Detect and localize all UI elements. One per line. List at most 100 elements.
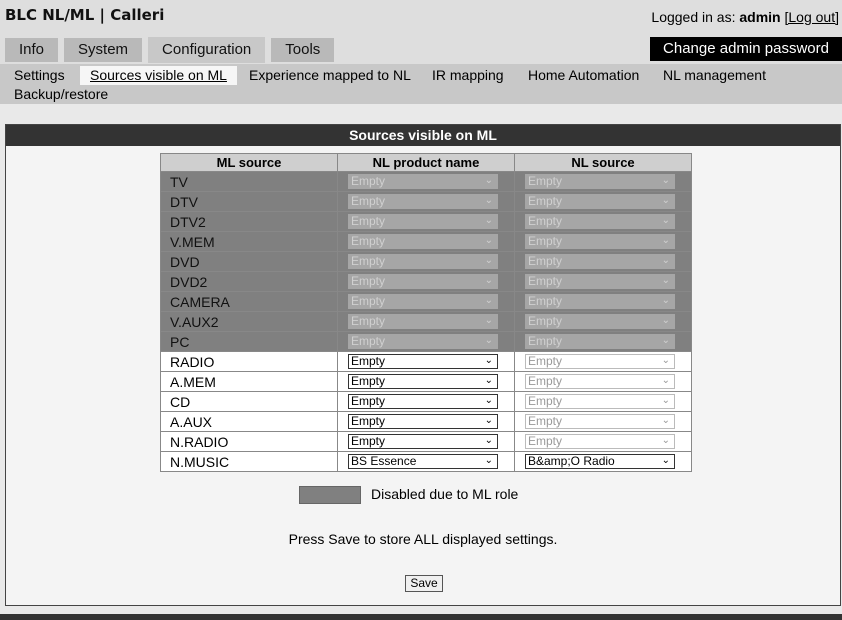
tab-info[interactable]: Info [5, 38, 59, 62]
nl-product-cell: Empty ⌄ [337, 251, 515, 272]
nl-source-select: Empty ⌄ [525, 334, 675, 349]
subnav-ir-mapping[interactable]: IR mapping [432, 67, 504, 83]
nl-product-cell: Empty ⌄ [337, 291, 515, 312]
ml-source-cell: RADIO [160, 351, 338, 372]
nl-source-cell: Empty ⌄ [514, 291, 692, 312]
table-row: A.AUX Empty ⌄ Empty ⌄ [160, 411, 692, 432]
legend-swatch [299, 486, 361, 504]
ml-source-cell: TV [160, 171, 338, 192]
nl-product-select: Empty ⌄ [348, 194, 498, 209]
nl-product-value: Empty [351, 294, 386, 308]
chevron-down-icon: ⌄ [484, 195, 493, 206]
nl-product-cell: Empty ⌄ [337, 171, 515, 192]
nl-source-select: Empty ⌄ [525, 174, 675, 189]
nl-product-value: Empty [351, 174, 386, 188]
ml-source-cell: DTV [160, 191, 338, 212]
nl-product-value: Empty [351, 314, 386, 328]
subnav-sources-visible-on-ml[interactable]: Sources visible on ML [80, 66, 237, 85]
nl-source-select: Empty ⌄ [525, 294, 675, 309]
nl-product-value: Empty [351, 254, 386, 268]
nl-source-select: Empty ⌄ [525, 214, 675, 229]
nl-source-cell: Empty ⌄ [514, 171, 692, 192]
chevron-down-icon: ⌄ [484, 175, 493, 186]
chevron-down-icon: ⌄ [661, 235, 670, 246]
ml-source-cell: A.MEM [160, 371, 338, 392]
nl-source-select: Empty ⌄ [525, 414, 675, 429]
table-row: DTV Empty ⌄ Empty ⌄ [160, 191, 692, 212]
chevron-down-icon: ⌄ [484, 455, 493, 466]
table-row: CD Empty ⌄ Empty ⌄ [160, 391, 692, 412]
change-admin-password-button[interactable]: Change admin password [650, 37, 842, 61]
nl-product-cell: Empty ⌄ [337, 271, 515, 292]
table-row: PC Empty ⌄ Empty ⌄ [160, 331, 692, 352]
nl-source-select: Empty ⌄ [525, 374, 675, 389]
nl-product-cell: Empty ⌄ [337, 211, 515, 232]
column-header-nl-product-name: NL product name [337, 153, 515, 172]
nl-source-cell: Empty ⌄ [514, 351, 692, 372]
nl-product-select: Empty ⌄ [348, 314, 498, 329]
nl-source-value: Empty [528, 354, 563, 368]
nl-product-select[interactable]: BS Essence ⌄ [348, 454, 498, 469]
chevron-down-icon: ⌄ [661, 295, 670, 306]
chevron-down-icon: ⌄ [484, 235, 493, 246]
nl-product-select[interactable]: Empty ⌄ [348, 414, 498, 429]
nl-source-cell: Empty ⌄ [514, 411, 692, 432]
ml-source-cell: CAMERA [160, 291, 338, 312]
nl-product-select[interactable]: Empty ⌄ [348, 374, 498, 389]
chevron-down-icon: ⌄ [484, 215, 493, 226]
nl-source-cell: Empty ⌄ [514, 231, 692, 252]
ml-source-cell: A.AUX [160, 411, 338, 432]
nl-product-cell: Empty ⌄ [337, 371, 515, 392]
nl-product-value: Empty [351, 394, 386, 408]
nl-source-value: Empty [528, 254, 563, 268]
sources-table: ML source NL product name NL source TV Em… [160, 153, 692, 472]
nl-source-value: Empty [528, 334, 563, 348]
nl-source-select: Empty ⌄ [525, 234, 675, 249]
chevron-down-icon: ⌄ [484, 315, 493, 326]
tab-configuration[interactable]: Configuration [148, 37, 266, 63]
chevron-down-icon: ⌄ [484, 375, 493, 386]
tab-tools[interactable]: Tools [271, 38, 335, 62]
nl-product-select[interactable]: Empty ⌄ [348, 394, 498, 409]
table-row: N.MUSIC BS Essence ⌄ B&amp;O Radio ⌄ [160, 451, 692, 472]
ml-source-cell: DVD [160, 251, 338, 272]
logout-link[interactable]: [Log out] [785, 9, 840, 25]
nl-product-value: Empty [351, 234, 386, 248]
nl-source-cell: Empty ⌄ [514, 211, 692, 232]
nl-source-select[interactable]: B&amp;O Radio ⌄ [525, 454, 675, 469]
nl-product-select: Empty ⌄ [348, 234, 498, 249]
subnav-settings[interactable]: Settings [14, 67, 65, 83]
nl-product-cell: Empty ⌄ [337, 431, 515, 452]
subnav-experience-mapped-to-nl[interactable]: Experience mapped to NL [249, 67, 411, 83]
sub-navigation: Settings Sources visible on ML Experienc… [0, 64, 842, 104]
chevron-down-icon: ⌄ [661, 195, 670, 206]
chevron-down-icon: ⌄ [484, 295, 493, 306]
nl-product-cell: Empty ⌄ [337, 311, 515, 332]
nl-product-value: Empty [351, 194, 386, 208]
chevron-down-icon: ⌄ [661, 375, 670, 386]
nl-product-select[interactable]: Empty ⌄ [348, 434, 498, 449]
chevron-down-icon: ⌄ [661, 175, 670, 186]
nl-product-select: Empty ⌄ [348, 334, 498, 349]
nl-source-cell: Empty ⌄ [514, 191, 692, 212]
tab-system[interactable]: System [64, 38, 143, 62]
table-row: V.AUX2 Empty ⌄ Empty ⌄ [160, 311, 692, 332]
legend-text: Disabled due to ML role [371, 486, 519, 502]
chevron-down-icon: ⌄ [484, 335, 493, 346]
table-row: DTV2 Empty ⌄ Empty ⌄ [160, 211, 692, 232]
nl-source-select: Empty ⌄ [525, 274, 675, 289]
save-button[interactable]: Save [405, 575, 443, 592]
table-row: DVD2 Empty ⌄ Empty ⌄ [160, 271, 692, 292]
subnav-home-automation[interactable]: Home Automation [528, 67, 639, 83]
ml-source-cell: V.AUX2 [160, 311, 338, 332]
nl-source-cell: Empty ⌄ [514, 271, 692, 292]
nl-product-select[interactable]: Empty ⌄ [348, 354, 498, 369]
nl-product-cell: BS Essence ⌄ [337, 451, 515, 472]
subnav-nl-management[interactable]: NL management [663, 67, 766, 83]
ml-source-cell: CD [160, 391, 338, 412]
subnav-backup-restore[interactable]: Backup/restore [14, 86, 108, 102]
nl-source-select: Empty ⌄ [525, 354, 675, 369]
chevron-down-icon: ⌄ [484, 435, 493, 446]
chevron-down-icon: ⌄ [661, 275, 670, 286]
nl-product-select: Empty ⌄ [348, 174, 498, 189]
